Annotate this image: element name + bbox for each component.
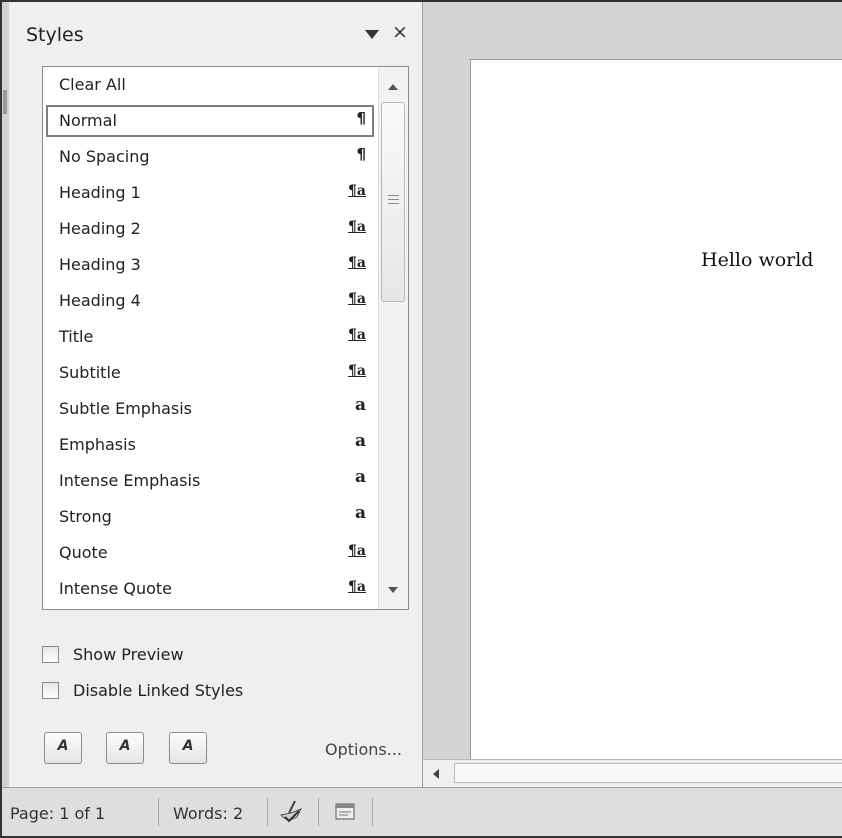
resize-grip[interactable]: [3, 90, 7, 114]
linked-style-icon: ¶a: [348, 327, 366, 343]
style-label: Clear All: [59, 75, 126, 94]
style-label: Subtitle: [59, 363, 121, 382]
linked-style-icon: ¶a: [348, 183, 366, 199]
style-label: Intense Quote: [59, 579, 173, 598]
manage-styles-button[interactable]: A: [169, 732, 207, 764]
style-label: No Spacing: [59, 147, 150, 166]
style-item-no-spacing[interactable]: No Spacing ¶: [46, 141, 374, 173]
character-style-icon: a: [354, 431, 366, 451]
document-area: Hello world: [423, 2, 842, 788]
status-bar: Page: 1 of 1 Words: 2: [2, 787, 842, 836]
horizontal-scrollbar[interactable]: [423, 759, 842, 788]
linked-style-icon: ¶a: [348, 363, 366, 379]
macro-record-icon[interactable]: [330, 797, 360, 827]
styles-list-scrollbar[interactable]: [378, 67, 408, 609]
character-style-icon: a: [354, 503, 366, 523]
linked-style-icon: ¶a: [348, 291, 366, 307]
scroll-thumb[interactable]: [381, 102, 405, 302]
style-item-clear-all[interactable]: Clear All: [46, 69, 374, 101]
style-item-normal[interactable]: Normal ¶: [46, 105, 374, 137]
scroll-up-arrow-icon[interactable]: [388, 84, 398, 90]
new-style-button[interactable]: A: [44, 732, 82, 764]
document-text[interactable]: Hello world: [701, 249, 813, 271]
style-item-intense-emphasis[interactable]: Intense Emphasis a: [46, 465, 374, 497]
show-preview-label: Show Preview: [73, 645, 184, 664]
paragraph-style-icon: ¶: [356, 145, 366, 163]
style-label: Heading 1: [59, 183, 141, 202]
style-label: Heading 2: [59, 219, 141, 238]
style-item-title[interactable]: Title ¶a: [46, 321, 374, 353]
character-style-icon: a: [354, 467, 366, 487]
options-link[interactable]: Options...: [325, 740, 402, 759]
paragraph-style-icon: ¶: [356, 109, 366, 127]
word-window: Styles × Clear All Normal ¶ No Spacing ¶…: [0, 0, 842, 838]
horizontal-scroll-track[interactable]: [454, 763, 842, 783]
document-page[interactable]: Hello world: [470, 59, 842, 761]
new-style-icon: A: [57, 738, 69, 754]
scroll-down-arrow-icon[interactable]: [388, 587, 398, 593]
style-item-quote[interactable]: Quote ¶a: [46, 537, 374, 569]
triangle-down-icon[interactable]: [365, 30, 379, 39]
style-inspector-icon: A: [119, 738, 131, 754]
style-item-intense-quote[interactable]: Intense Quote ¶a: [46, 573, 374, 605]
style-label: Quote: [59, 543, 108, 562]
pane-title: Styles: [26, 24, 84, 46]
proofing-check-icon[interactable]: [277, 797, 307, 827]
style-item-heading-3[interactable]: Heading 3 ¶a: [46, 249, 374, 281]
style-item-heading-4[interactable]: Heading 4 ¶a: [46, 285, 374, 317]
style-label: Intense Emphasis: [59, 471, 201, 490]
styles-list[interactable]: Clear All Normal ¶ No Spacing ¶ Heading …: [42, 66, 409, 610]
linked-style-icon: ¶a: [348, 255, 366, 271]
style-inspector-button[interactable]: A: [106, 732, 144, 764]
style-label: Emphasis: [59, 435, 136, 454]
linked-style-icon: ¶a: [348, 219, 366, 235]
style-label: Strong: [59, 507, 112, 526]
style-item-strong[interactable]: Strong a: [46, 501, 374, 533]
style-item-subtle-emphasis[interactable]: Subtle Emphasis a: [46, 393, 374, 425]
linked-style-icon: ¶a: [348, 543, 366, 559]
style-item-emphasis[interactable]: Emphasis a: [46, 429, 374, 461]
style-item-heading-2[interactable]: Heading 2 ¶a: [46, 213, 374, 245]
manage-styles-icon: A: [182, 738, 194, 754]
style-item-subtitle[interactable]: Subtitle ¶a: [46, 357, 374, 389]
word-count-status[interactable]: Words: 2: [173, 804, 243, 823]
style-label: Heading 4: [59, 291, 141, 310]
style-label: Title: [59, 327, 94, 346]
disable-linked-styles-label: Disable Linked Styles: [73, 681, 244, 700]
style-item-heading-1[interactable]: Heading 1 ¶a: [46, 177, 374, 209]
styles-pane: Styles × Clear All Normal ¶ No Spacing ¶…: [9, 2, 423, 787]
scroll-left-arrow-icon[interactable]: [433, 769, 439, 779]
page-count-status[interactable]: Page: 1 of 1: [10, 804, 105, 823]
checkbox-box[interactable]: [42, 646, 59, 663]
style-label: Normal: [59, 111, 117, 130]
linked-style-icon: ¶a: [348, 579, 366, 595]
close-icon[interactable]: ×: [392, 23, 408, 42]
style-label: Heading 3: [59, 255, 141, 274]
checkbox-box[interactable]: [42, 682, 59, 699]
style-label: Subtle Emphasis: [59, 399, 193, 418]
character-style-icon: a: [354, 395, 366, 415]
